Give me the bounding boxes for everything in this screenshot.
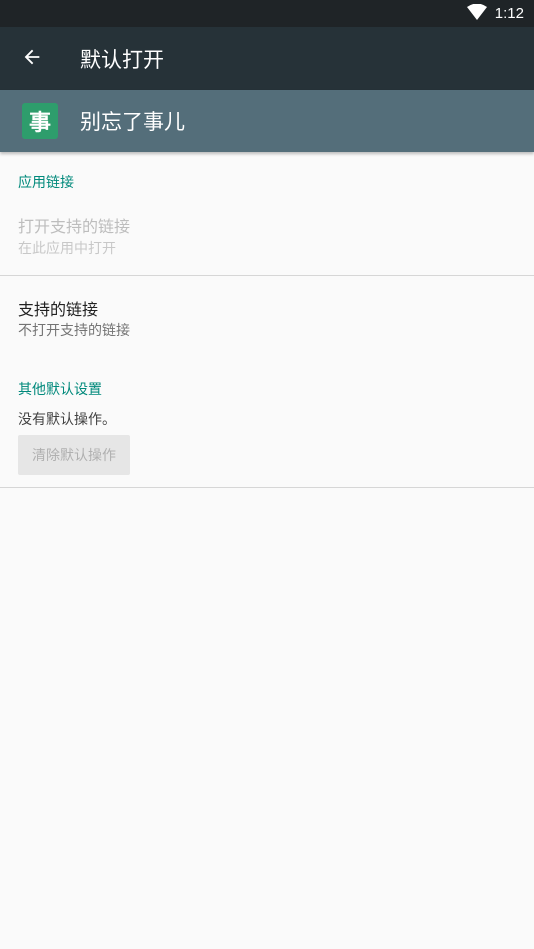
divider <box>0 487 534 488</box>
status-time: 1:12 <box>494 5 524 22</box>
status-bar: 1:12 <box>0 0 534 27</box>
open-supported-links-pref[interactable]: 打开支持的链接 在此应用中打开 <box>0 205 534 275</box>
clear-defaults-button[interactable]: 清除默认操作 <box>18 435 130 475</box>
app-icon-glyph: 事 <box>28 111 51 136</box>
page-title: 默认打开 <box>80 47 164 72</box>
section-header-other-defaults: 其他默认设置 <box>18 382 102 398</box>
pref-summary: 不打开支持的链接 <box>18 323 130 339</box>
arrow-left-icon <box>21 46 43 72</box>
pref-title: 打开支持的链接 <box>18 217 131 236</box>
toolbar: 默认打开 <box>0 27 534 90</box>
status-indicators: 1:12 <box>466 0 524 27</box>
section-header-app-links: 应用链接 <box>18 175 74 191</box>
divider <box>0 275 534 276</box>
app-icon: 事 <box>22 103 58 139</box>
app-name: 别忘了事儿 <box>80 110 185 134</box>
pref-title: 支持的链接 <box>18 300 99 319</box>
supported-links-pref[interactable]: 支持的链接 不打开支持的链接 <box>0 288 534 358</box>
no-defaults-text: 没有默认操作。 <box>18 412 116 428</box>
wifi-icon <box>466 3 487 24</box>
app-header: 事 别忘了事儿 <box>0 90 534 152</box>
back-button[interactable] <box>8 35 56 83</box>
pref-summary: 在此应用中打开 <box>18 241 116 257</box>
